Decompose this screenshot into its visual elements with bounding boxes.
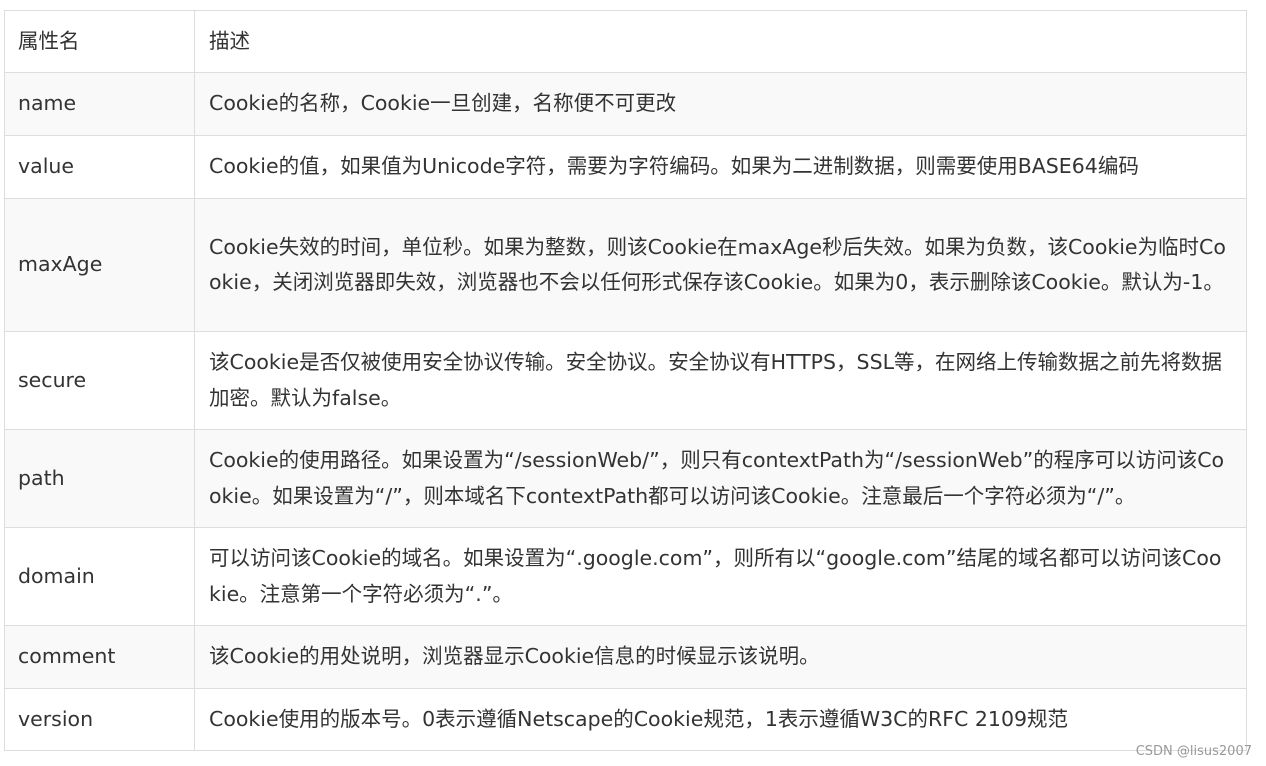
table-row: comment 该Cookie的用处说明，浏览器显示Cookie信息的时候显示该… bbox=[4, 625, 1247, 689]
attribute-name-cell: name bbox=[4, 72, 195, 136]
attribute-name-cell: path bbox=[4, 429, 195, 528]
attribute-description-cell: Cookie的使用路径。如果设置为“/sessionWeb/”，则只有conte… bbox=[194, 429, 1247, 528]
attribute-description-cell: Cookie的名称，Cookie一旦创建，名称便不可更改 bbox=[194, 72, 1247, 136]
attribute-name-cell: version bbox=[4, 688, 195, 751]
attribute-description-cell: 可以访问该Cookie的域名。如果设置为“.google.com”，则所有以“g… bbox=[194, 527, 1247, 626]
cookie-attributes-table-container: 属性名 描述 name Cookie的名称，Cookie一旦创建，名称便不可更改… bbox=[4, 10, 1247, 751]
attribute-name-cell: value bbox=[4, 135, 195, 199]
table-header-row: 属性名 描述 bbox=[4, 10, 1247, 73]
attribute-description-cell: Cookie的值，如果值为Unicode字符，需要为字符编码。如果为二进制数据，… bbox=[194, 135, 1247, 199]
table-row: domain 可以访问该Cookie的域名。如果设置为“.google.com”… bbox=[4, 527, 1247, 626]
attribute-name-cell: domain bbox=[4, 527, 195, 626]
table-row: value Cookie的值，如果值为Unicode字符，需要为字符编码。如果为… bbox=[4, 135, 1247, 199]
attribute-name-cell: maxAge bbox=[4, 198, 195, 332]
attribute-description-cell: 该Cookie是否仅被使用安全协议传输。安全协议。安全协议有HTTPS，SSL等… bbox=[194, 331, 1247, 430]
table-row: name Cookie的名称，Cookie一旦创建，名称便不可更改 bbox=[4, 72, 1247, 136]
attribute-name-cell: secure bbox=[4, 331, 195, 430]
table-row: version Cookie使用的版本号。0表示遵循Netscape的Cooki… bbox=[4, 688, 1247, 751]
attribute-description-cell: Cookie失效的时间，单位秒。如果为整数，则该Cookie在maxAge秒后失… bbox=[194, 198, 1247, 332]
attribute-description-cell: Cookie使用的版本号。0表示遵循Netscape的Cookie规范，1表示遵… bbox=[194, 688, 1247, 751]
table-row: path Cookie的使用路径。如果设置为“/sessionWeb/”，则只有… bbox=[4, 429, 1247, 528]
watermark: CSDN @lisus2007 bbox=[1135, 744, 1252, 759]
table-row: secure 该Cookie是否仅被使用安全协议传输。安全协议。安全协议有HTT… bbox=[4, 331, 1247, 430]
table-row: maxAge Cookie失效的时间，单位秒。如果为整数，则该Cookie在ma… bbox=[4, 198, 1247, 332]
header-attribute-name: 属性名 bbox=[4, 10, 195, 73]
attribute-name-cell: comment bbox=[4, 625, 195, 689]
cookie-attributes-table: 属性名 描述 name Cookie的名称，Cookie一旦创建，名称便不可更改… bbox=[4, 10, 1247, 751]
header-description: 描述 bbox=[194, 10, 1247, 73]
attribute-description-cell: 该Cookie的用处说明，浏览器显示Cookie信息的时候显示该说明。 bbox=[194, 625, 1247, 689]
